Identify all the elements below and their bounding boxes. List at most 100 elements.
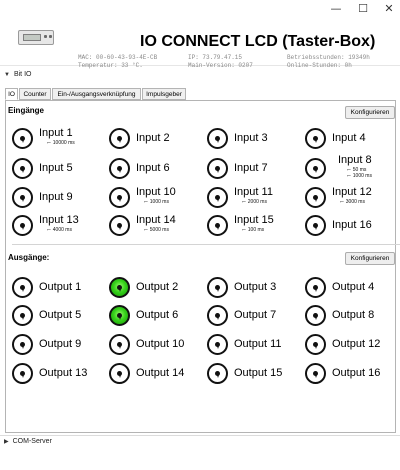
- output-led-icon: [109, 334, 130, 355]
- input-label: Input 13: [39, 214, 79, 226]
- timing-value: 10000 ms: [52, 140, 75, 146]
- tab-counter[interactable]: Counter: [19, 88, 51, 100]
- tab-io-link[interactable]: Ein-/Ausgangsverknüpfung: [52, 88, 141, 100]
- output-label: Output 11: [234, 338, 282, 350]
- mac-address: MAC: 00-60-43-93-4E-CB: [78, 54, 158, 61]
- input-timing: ⌐ 2000 ms: [242, 199, 267, 205]
- timing-value: 5000 ms: [149, 227, 169, 233]
- input-label: Input 10: [136, 186, 176, 198]
- input-led-icon: [109, 187, 130, 208]
- timing-value: 1000 ms: [149, 199, 169, 205]
- input-led-icon: [305, 158, 326, 179]
- output-label: Output 9: [39, 338, 82, 350]
- timing-value: 100 ms: [247, 227, 265, 233]
- input-label: Input 2: [136, 132, 170, 144]
- configure-inputs-button[interactable]: Konfigurieren: [345, 106, 395, 119]
- output-label: Output 10: [136, 338, 185, 350]
- online-hours: Online-Stunden: 0h: [287, 62, 352, 69]
- output-label: Output 7: [234, 309, 277, 321]
- input-led-icon: [207, 187, 228, 208]
- input-label: Input 5: [39, 162, 73, 174]
- input-led-icon: [305, 128, 326, 149]
- output-label: Output 5: [39, 309, 82, 321]
- device-header: IO CONNECT LCD (Taster-Box) MAC: 00-60-4…: [0, 20, 400, 69]
- section-bit-io-label: Bit IO: [13, 71, 32, 78]
- window-titlebar: — ☐ ✕: [0, 0, 400, 20]
- output-label: Output 6: [136, 309, 179, 321]
- timing-value: 2000 ms: [247, 199, 267, 205]
- output-led-icon: [207, 305, 228, 326]
- io-panel: Eingänge Konfigurieren Input 1 ⌐ 10000 ms…: [5, 100, 400, 433]
- ip-address: IP: 73.79.47.15: [188, 54, 243, 61]
- output-led-icon: [109, 277, 130, 298]
- output-led-icon: [207, 363, 228, 384]
- maximize-icon[interactable]: ☐: [355, 2, 371, 16]
- configure-outputs-button[interactable]: Konfigurieren: [345, 252, 395, 265]
- input-label: Input 16: [332, 219, 372, 231]
- output-led-icon: [207, 334, 228, 355]
- section-com-server-label: COM-Server: [12, 438, 52, 445]
- output-label: Output 1: [39, 281, 82, 293]
- section-divider: [12, 244, 400, 245]
- output-label: Output 3: [234, 281, 277, 293]
- tab-pulse-generator[interactable]: Impulsgeber: [142, 88, 186, 100]
- output-led-icon: [305, 363, 326, 384]
- input-label: Input 7: [234, 162, 268, 174]
- input-timing: ⌐ 10000 ms: [47, 140, 75, 146]
- output-label: Output 8: [332, 309, 375, 321]
- input-label: Input 11: [234, 186, 273, 198]
- output-led-icon: [12, 277, 33, 298]
- tab-io[interactable]: IO: [5, 88, 18, 100]
- input-label: Input 15: [234, 214, 274, 226]
- input-timing: ⌐ 1000 ms: [347, 173, 372, 179]
- input-label: Input 1: [39, 127, 73, 139]
- input-timing: ⌐ 4000 ms: [47, 227, 72, 233]
- output-label: Output 4: [332, 281, 375, 293]
- minimize-icon[interactable]: —: [328, 2, 344, 16]
- device-image-icon: [18, 30, 54, 45]
- input-led-icon: [12, 128, 33, 149]
- output-led-icon: [109, 305, 130, 326]
- input-timing: ⌐ 3000 ms: [340, 199, 365, 205]
- expand-arrow-icon: ▼: [4, 72, 10, 78]
- timing-value: 1000 ms: [352, 173, 372, 179]
- temperature: Temperatur: 33 °C.: [78, 62, 143, 69]
- output-label: Output 16: [332, 367, 381, 379]
- input-led-icon: [109, 158, 130, 179]
- section-com-server[interactable]: ▶ COM-Server: [0, 435, 400, 447]
- output-label: Output 15: [234, 367, 283, 379]
- output-led-icon: [305, 305, 326, 326]
- close-icon[interactable]: ✕: [381, 2, 397, 16]
- input-led-icon: [12, 158, 33, 179]
- input-led-icon: [207, 158, 228, 179]
- output-label: Output 14: [136, 367, 185, 379]
- timing-value: 3000 ms: [345, 199, 365, 205]
- input-led-icon: [305, 187, 326, 208]
- output-led-icon: [12, 305, 33, 326]
- input-led-icon: [109, 215, 130, 236]
- input-led-icon: [207, 128, 228, 149]
- input-timing: ⌐ 5000 ms: [144, 227, 169, 233]
- output-label: Output 2: [136, 281, 179, 293]
- output-led-icon: [109, 363, 130, 384]
- input-led-icon: [305, 215, 326, 236]
- operating-hours: Betriebsstunden: 19349h: [287, 54, 370, 61]
- input-label: Input 12: [332, 186, 372, 198]
- timing-value: 4000 ms: [52, 227, 72, 233]
- input-label: Input 3: [234, 132, 268, 144]
- input-timing: ⌐ 1000 ms: [144, 199, 169, 205]
- input-label: Input 6: [136, 162, 170, 174]
- inputs-title: Eingänge: [8, 106, 45, 115]
- output-label: Output 12: [332, 338, 381, 350]
- output-led-icon: [305, 334, 326, 355]
- output-led-icon: [207, 277, 228, 298]
- output-led-icon: [12, 363, 33, 384]
- input-led-icon: [12, 215, 33, 236]
- output-led-icon: [305, 277, 326, 298]
- input-label: Input 9: [39, 191, 73, 203]
- output-led-icon: [12, 334, 33, 355]
- section-bit-io[interactable]: ▼ Bit IO: [0, 69, 400, 81]
- outputs-title: Ausgänge:: [8, 253, 50, 262]
- collapse-arrow-icon: ▶: [4, 439, 9, 445]
- device-title: IO CONNECT LCD (Taster-Box): [140, 33, 376, 50]
